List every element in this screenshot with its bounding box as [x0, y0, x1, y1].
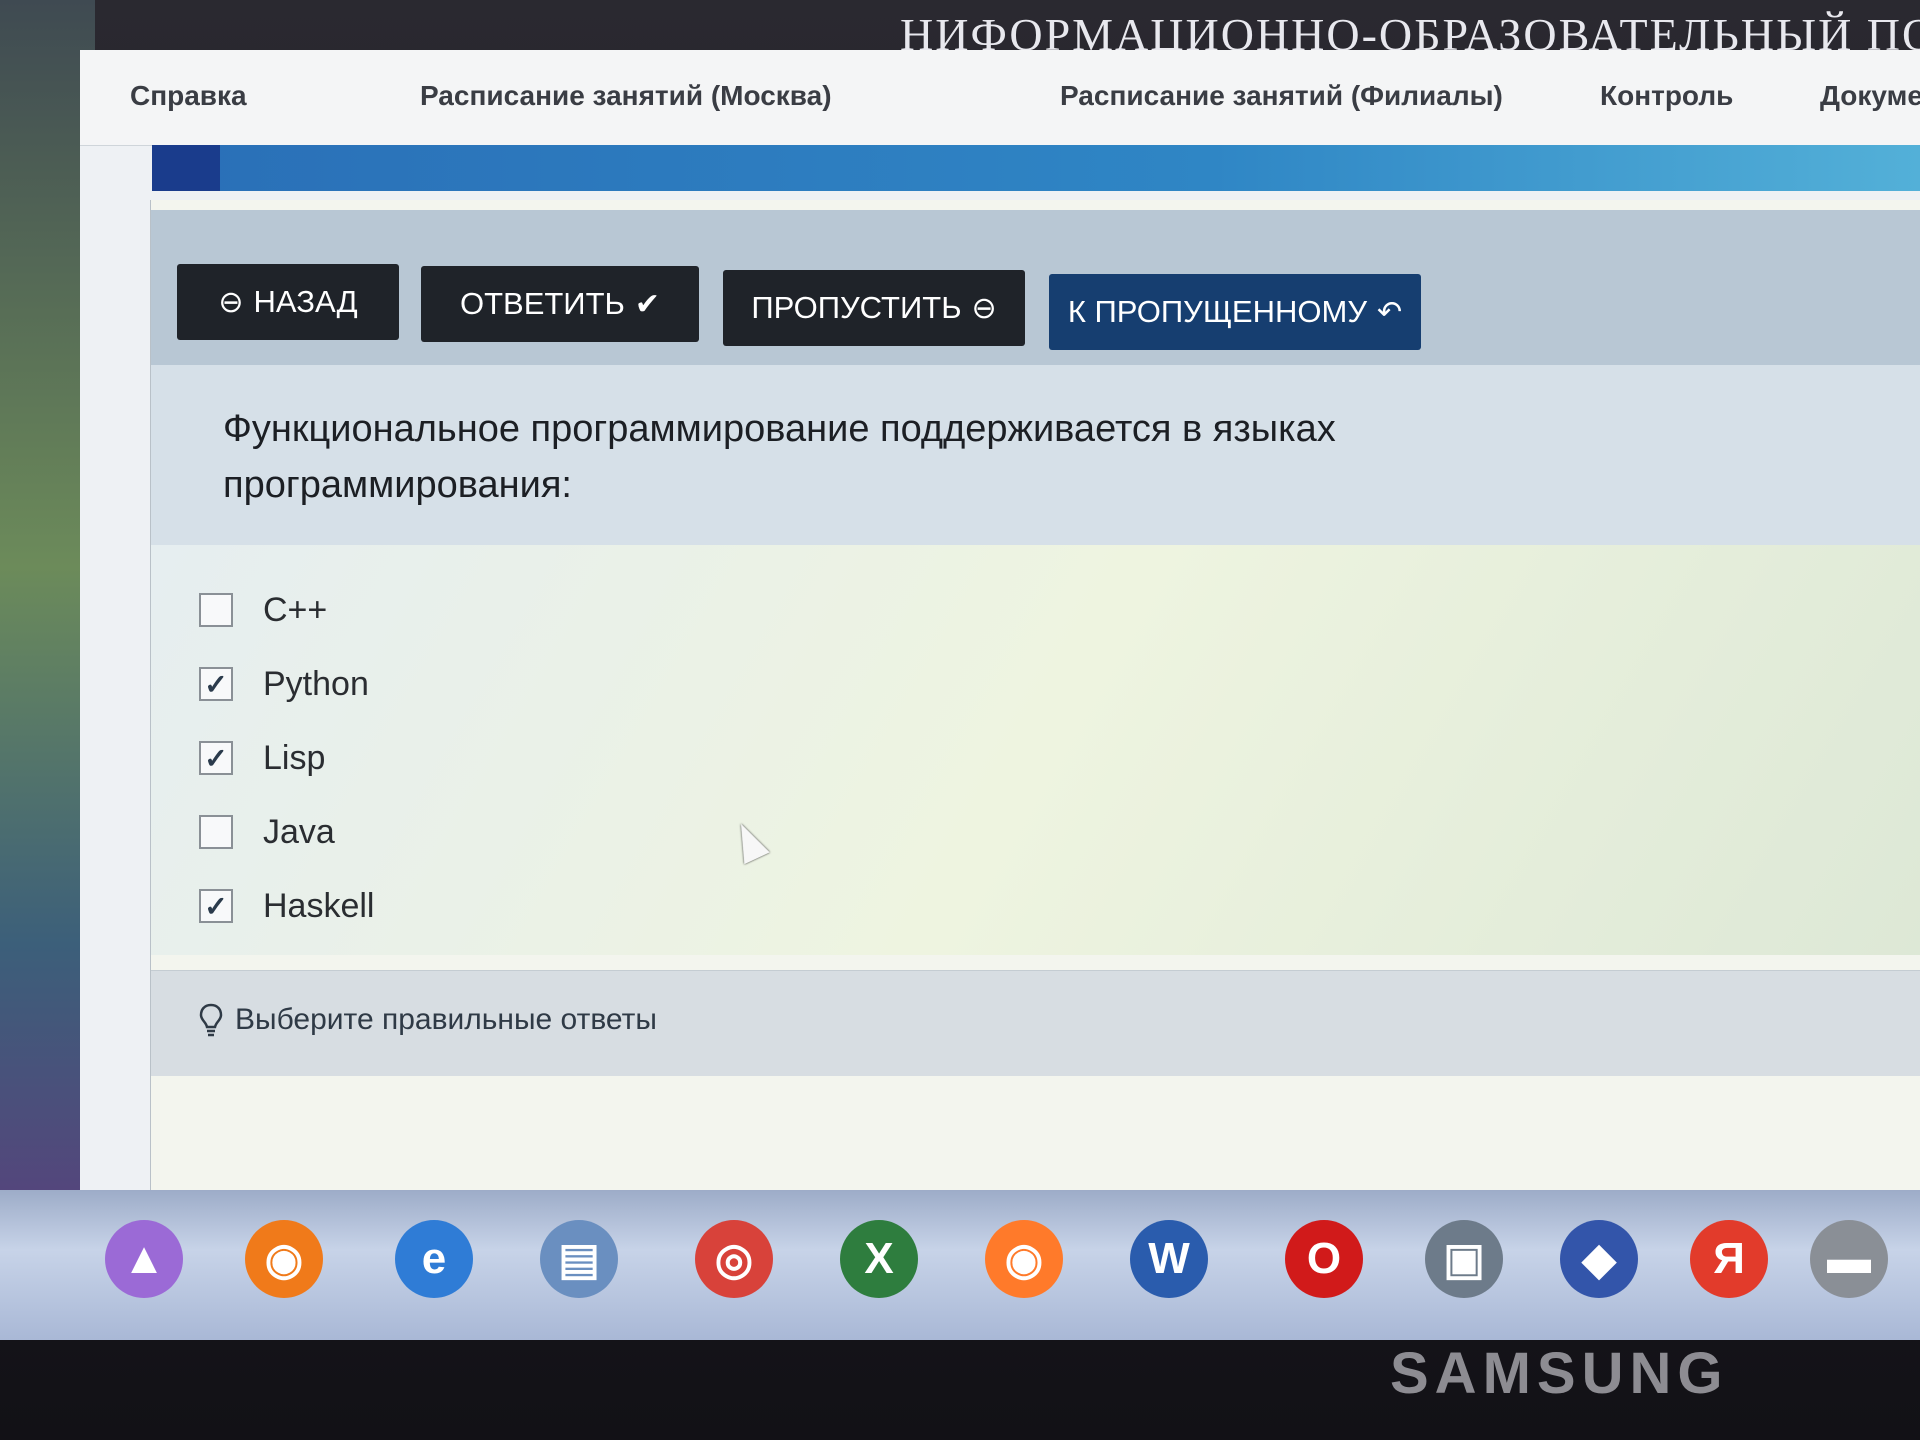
checkmark-icon: ✓	[204, 668, 228, 700]
option-checkbox[interactable]	[199, 593, 233, 627]
hint-text: Выберите правильные ответы	[235, 1003, 657, 1036]
nav-item-documents[interactable]: Докуме	[1820, 80, 1920, 112]
option-label: Lisp	[263, 738, 326, 777]
option-checkbox[interactable]: ✓	[199, 667, 233, 701]
top-nav: Справка Расписание занятий (Москва) Расп…	[80, 50, 1920, 146]
to-skipped-button[interactable]: К ПРОПУЩЕННОМУ ↶	[1049, 274, 1421, 350]
reply-arrow-icon: ↶	[1377, 295, 1403, 329]
option-python[interactable]: ✓ Python	[199, 659, 369, 709]
to-skipped-label: К ПРОПУЩЕННОМУ	[1067, 294, 1368, 329]
progress-fill	[152, 145, 220, 191]
test-toolbar: ⊖ НАЗАД ОТВЕТИТЬ ✔ ПРОПУСТИТЬ ⊖ К ПРОПУЩ…	[151, 210, 1920, 365]
option-label: C++	[263, 590, 328, 629]
hint: Выберите правильные ответы	[199, 1003, 657, 1037]
option-haskell[interactable]: ✓ Haskell	[199, 881, 374, 931]
firefox-icon[interactable]: ◉	[245, 1220, 323, 1298]
chrome-icon[interactable]: ◎	[695, 1220, 773, 1298]
test-progress-bar	[152, 145, 1920, 191]
firefox-alt-icon[interactable]: ◉	[985, 1220, 1063, 1298]
nav-item-control[interactable]: Контроль	[1600, 80, 1733, 112]
browser-page: Справка Расписание занятий (Москва) Расп…	[80, 50, 1920, 1200]
option-label: Haskell	[263, 886, 375, 925]
check-icon: ✔	[634, 287, 661, 321]
excel-icon[interactable]: X	[840, 1220, 918, 1298]
computer-icon[interactable]: ▣	[1425, 1220, 1503, 1298]
option-cpp[interactable]: C++	[199, 585, 327, 635]
nav-item-schedule-branches[interactable]: Расписание занятий (Филиалы)	[1060, 80, 1503, 112]
arrow-right-circle-icon: ⊖	[971, 291, 997, 325]
option-checkbox[interactable]	[199, 815, 233, 849]
file-explorer-icon[interactable]: ▤	[540, 1220, 618, 1298]
option-checkbox[interactable]: ✓	[199, 741, 233, 775]
answer-options: C++ ✓ Python ✓ Lisp Java ✓ Haskell	[151, 545, 1920, 955]
nav-item-schedule-moscow[interactable]: Расписание занятий (Москва)	[420, 80, 832, 112]
answer-button[interactable]: ОТВЕТИТЬ ✔	[421, 266, 699, 342]
skip-label: ПРОПУСТИТЬ	[751, 290, 962, 325]
option-checkbox[interactable]: ✓	[199, 889, 233, 923]
option-label: Python	[263, 664, 369, 703]
monitor-brand-logo: SAMSUNG	[1390, 1341, 1729, 1406]
option-java[interactable]: Java	[199, 807, 335, 857]
lightbulb-icon	[199, 1003, 223, 1037]
option-lisp[interactable]: ✓ Lisp	[199, 733, 325, 783]
answer-label: ОТВЕТИТЬ	[459, 286, 625, 321]
skip-button[interactable]: ПРОПУСТИТЬ ⊖	[723, 270, 1025, 346]
back-label: НАЗАД	[253, 284, 358, 319]
opera-icon[interactable]: O	[1285, 1220, 1363, 1298]
back-button[interactable]: ⊖ НАЗАД	[177, 264, 399, 340]
hint-box: Выберите правильные ответы	[151, 970, 1920, 1076]
network-icon[interactable]: ◆	[1560, 1220, 1638, 1298]
nav-item-help[interactable]: Справка	[130, 80, 247, 112]
test-panel: ⊖ НАЗАД ОТВЕТИТЬ ✔ ПРОПУСТИТЬ ⊖ К ПРОПУЩ…	[150, 200, 1920, 1195]
checkmark-icon: ✓	[204, 890, 228, 922]
option-label: Java	[263, 812, 335, 851]
word-icon[interactable]: W	[1130, 1220, 1208, 1298]
checkmark-icon: ✓	[204, 742, 228, 774]
internet-explorer-icon[interactable]: e	[395, 1220, 473, 1298]
arrow-left-circle-icon: ⊖	[218, 285, 244, 319]
yandex-browser-icon[interactable]: Я	[1690, 1220, 1768, 1298]
tray-icon[interactable]: ▬	[1810, 1220, 1888, 1298]
question-text: Функциональное программирование поддержи…	[223, 408, 1336, 506]
question-box: Функциональное программирование поддержи…	[151, 365, 1920, 546]
alice-icon[interactable]: ▲	[105, 1220, 183, 1298]
taskbar: ▲ ◉ e ▤ ◎ X ◉ W O ▣ ◆ Я ▬	[0, 1190, 1920, 1340]
